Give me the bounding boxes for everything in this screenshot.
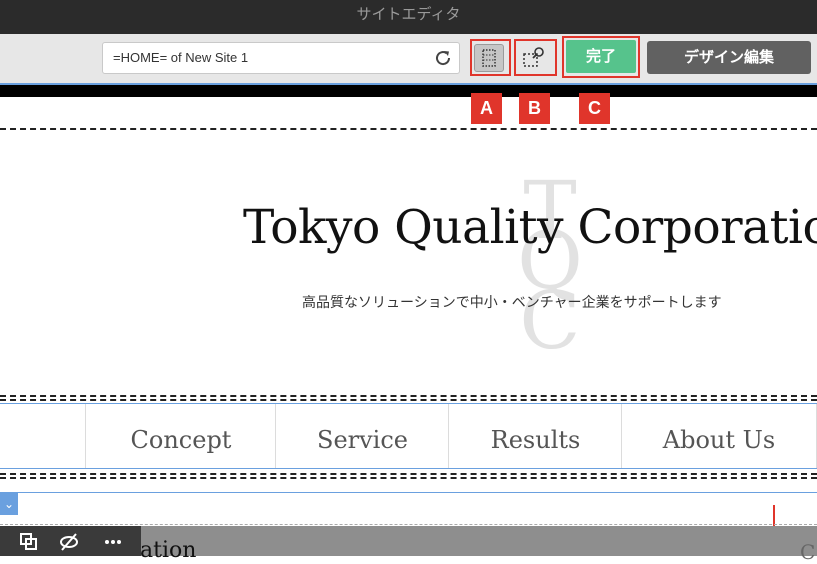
page-url-field[interactable]: =HOME= of New Site 1 [102, 42, 460, 74]
nav-item-concept[interactable]: Concept [85, 404, 276, 468]
section-divider-3 [0, 473, 817, 475]
section-selection-top [0, 492, 817, 493]
section-divider-5 [0, 524, 817, 525]
tqc-logo-watermark: T Q C [517, 164, 583, 365]
highlight-a [470, 39, 511, 76]
nav-selection-bottom [0, 468, 817, 469]
hide-icon[interactable] [58, 531, 80, 553]
page-top-bar [0, 85, 817, 97]
section-divider-2 [0, 399, 817, 401]
callout-badge-a: A [471, 93, 502, 124]
window-title: サイトエディタ [356, 5, 461, 23]
reload-icon[interactable] [433, 48, 453, 68]
section-divider-4 [0, 477, 817, 479]
section-heading-right-partial: C [800, 540, 816, 564]
highlight-c [562, 36, 640, 78]
more-options-icon[interactable] [102, 531, 124, 553]
section-heading-partial: ation [140, 538, 197, 563]
duplicate-icon[interactable] [18, 531, 40, 553]
site-subtitle: 高品質なソリューションで中小・ベンチャー企業をサポートします [302, 295, 722, 311]
nav-label: Results [490, 426, 581, 454]
nav-item-about-us[interactable]: About Us [621, 404, 817, 468]
section-divider-1 [0, 395, 817, 397]
page-url-text: =HOME= of New Site 1 [113, 50, 249, 65]
callout-badge-b: B [519, 93, 550, 124]
callout-badge-c: C [579, 93, 610, 124]
nav-item-results[interactable]: Results [448, 404, 622, 468]
logo-letter-c: C [519, 274, 580, 365]
highlight-b [514, 39, 557, 76]
element-toolbar [0, 526, 141, 556]
section-collapse-button[interactable]: ⌄ [0, 493, 18, 515]
chevron-down-icon: ⌄ [3, 497, 15, 511]
nav-label: Concept [130, 426, 232, 454]
design-edit-button[interactable]: デザイン編集 [647, 41, 811, 74]
site-title: Tokyo Quality Corporatio [243, 200, 817, 255]
section-divider-top [0, 128, 817, 130]
editor-toolbar: =HOME= of New Site 1 完了 デザイン編集 [0, 34, 817, 85]
window-titlebar: サイトエディタ [0, 0, 817, 34]
nav-item-service[interactable]: Service [275, 404, 449, 468]
nav-label: About Us [662, 426, 776, 454]
nav-label: Service [317, 426, 408, 454]
